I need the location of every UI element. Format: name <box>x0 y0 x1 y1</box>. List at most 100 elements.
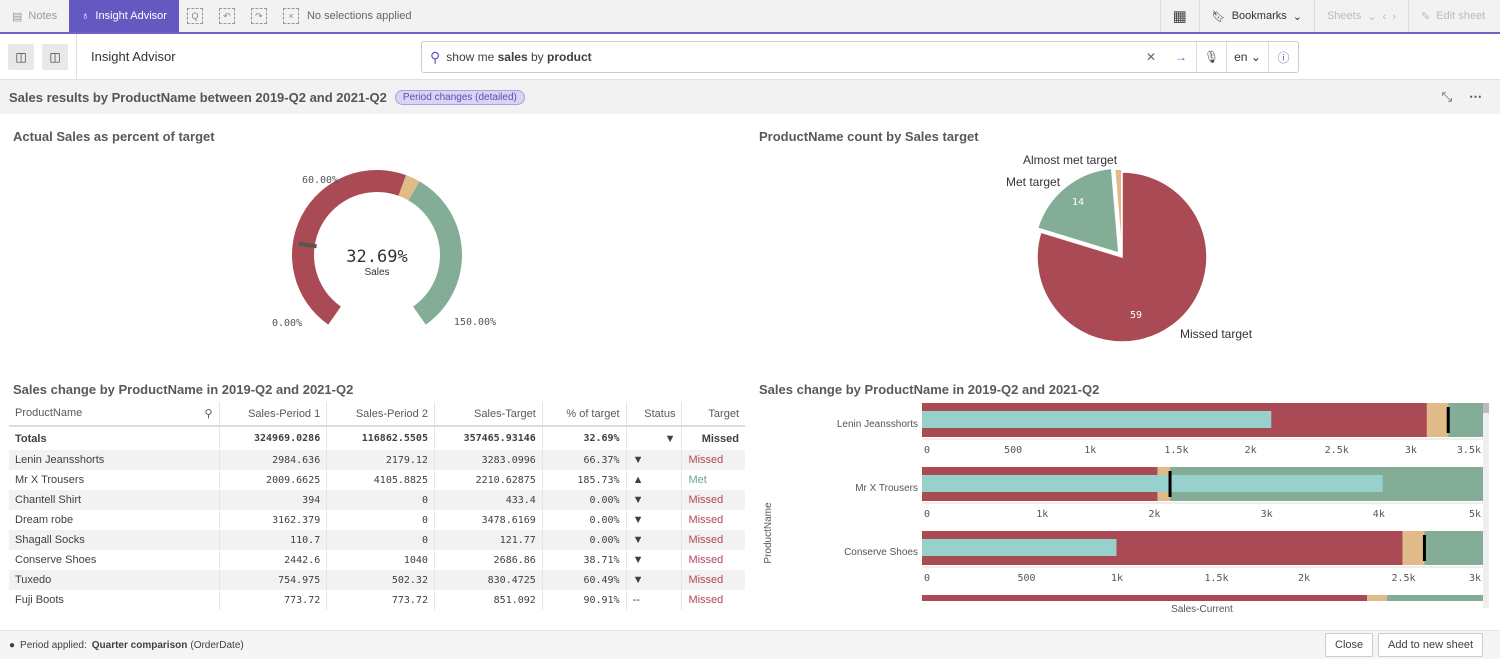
table-cell: ▼ <box>626 510 683 530</box>
column-header[interactable]: Sales-Period 1 <box>219 402 328 426</box>
table-cell: 121.77 <box>434 530 543 550</box>
bullet-tick-label: 1.5k <box>1164 445 1188 456</box>
gauge-value: 32.69% <box>346 247 407 267</box>
column-header[interactable]: ProductName ⚲ <box>9 402 220 426</box>
pie-value-met: 14 <box>1072 197 1084 208</box>
table-cell: 60.49% <box>542 570 627 590</box>
edit-sheet-button[interactable]: ✎ Edit sheet <box>1408 0 1500 32</box>
table-cell: 357465.93146 <box>434 426 543 450</box>
pie-chart[interactable]: Almost met target Met target Missed targ… <box>990 150 1290 350</box>
bookmarks-button[interactable]: 🔖︎ Bookmarks ⌄ <box>1198 0 1314 32</box>
bullet-met-band <box>1424 531 1483 565</box>
close-button[interactable]: Close <box>1325 633 1374 657</box>
table-cell: 0 <box>326 490 435 510</box>
step-back-icon[interactable]: ↶ <box>218 8 235 24</box>
table-cell: Dream robe <box>9 510 220 530</box>
submit-arrow-icon[interactable]: → <box>1166 42 1196 72</box>
table-cell: 66.37% <box>542 450 627 470</box>
table-cell: Conserve Shoes <box>9 550 220 570</box>
tab-insight-advisor[interactable]: ♁ Insight Advisor <box>69 0 179 32</box>
scrollbar[interactable] <box>1483 403 1489 608</box>
chevron-down-icon: ⌄ <box>1292 10 1302 23</box>
bullet-almost-band <box>1426 403 1449 437</box>
bullet-tick-label: 0 <box>924 509 930 520</box>
grid-icon[interactable]: ▦ <box>1159 0 1199 32</box>
totals-row[interactable]: Totals 324969.0286 116862.5505 357465.93146… <box>9 426 745 450</box>
table-cell: 754.975 <box>219 570 328 590</box>
footer: ● Period applied: Quarter comparison (Or… <box>0 630 1500 659</box>
tab-notes[interactable]: ▤ Notes <box>0 0 69 32</box>
table-cell: 32.69% <box>542 426 627 450</box>
table-cell: 0 <box>326 510 435 530</box>
table-cell: 394 <box>219 490 328 510</box>
step-forward-icon[interactable]: ↷ <box>250 8 267 24</box>
collapse-icon[interactable]: ⤡ <box>1442 89 1452 105</box>
search-input[interactable]: ⚲ show me sales by product ✕ → 🎙︎ en ⌄ ⓘ <box>421 41 1299 73</box>
clear-selections-icon[interactable]: × <box>282 8 299 24</box>
left-panel-toggle-icon[interactable]: ◫ <box>8 43 34 70</box>
table-cell: 324969.0286 <box>219 426 328 450</box>
bullet-tick-label: 500 <box>1018 573 1036 584</box>
top-bar: ▤ Notes ♁ Insight Advisor Q ↶ ↷ × No selec… <box>0 0 1500 34</box>
column-header[interactable]: Target <box>682 402 745 426</box>
table-row[interactable]: Fuji Boots 773.72 773.72 851.092 90.91% -- Mis… <box>9 590 745 610</box>
bullet-title: Sales change by ProductName in 2019-Q2 a… <box>759 382 1100 397</box>
table-cell: 4105.8825 <box>326 470 435 490</box>
column-header[interactable]: % of target <box>542 402 627 426</box>
results-header: Sales results by ProductName between 201… <box>0 80 1500 114</box>
table-cell: 185.73% <box>542 470 627 490</box>
gauge-chart[interactable]: 32.69% Sales 0.00% 150.00% 60.00% <box>270 165 510 335</box>
scrollbar-thumb[interactable] <box>1483 403 1489 413</box>
table-cell: ▼ <box>626 426 683 450</box>
table-title: Sales change by ProductName in 2019-Q2 a… <box>13 382 354 397</box>
bullet-tick-label: 2.5k <box>1392 573 1416 584</box>
analysis-type-badge[interactable]: Period changes (detailed) <box>394 89 525 105</box>
smart-search-icon[interactable]: Q <box>186 8 203 24</box>
right-panel-toggle-icon[interactable]: ◫ <box>42 43 68 70</box>
bullet-row-label: Lenin Jeansshorts <box>837 419 918 430</box>
table-cell: Mr X Trousers <box>9 470 220 490</box>
table-cell: 110.7 <box>219 530 328 550</box>
table-cell: 0 <box>326 530 435 550</box>
column-header[interactable]: Sales-Period 2 <box>326 402 435 426</box>
bullet-row-label: Conserve Shoes <box>844 547 918 558</box>
column-header[interactable]: Status <box>626 402 683 426</box>
bullet-missed-band <box>922 595 1367 601</box>
bullet-tick-label: 5k <box>1469 509 1481 520</box>
table-row[interactable]: Mr X Trousers 2009.6625 4105.8825 2210.6287… <box>9 470 745 490</box>
table-cell: ▼ <box>626 530 683 550</box>
table-cell: Missed <box>688 514 724 526</box>
table-cell: 90.91% <box>542 590 627 610</box>
bullet-target-marker <box>1168 471 1172 497</box>
table-row[interactable]: Shagall Socks 110.7 0 121.77 0.00% ▼ Missed <box>9 530 745 550</box>
bullet-row-label: Mr X Trousers <box>855 483 918 494</box>
table-row[interactable]: Lenin Jeansshorts 2984.636 2179.12 3283.099… <box>9 450 745 470</box>
bullet-chart[interactable]: Lenin Jeansshorts 0 500 1k 1.5k 2k 2.5k 3k 3.5k M… <box>750 398 1500 620</box>
table-cell: 773.72 <box>326 590 435 610</box>
language-select[interactable]: en ⌄ <box>1226 42 1268 72</box>
table-row[interactable]: Tuxedo 754.975 502.32 830.4725 60.49% ▼ Missed <box>9 570 745 590</box>
search-icon[interactable]: ⚲ <box>204 407 212 420</box>
more-options-icon[interactable]: ⋯ <box>1469 89 1482 105</box>
clear-icon[interactable]: ✕ <box>1136 42 1166 72</box>
info-icon[interactable]: ⓘ <box>1268 42 1298 72</box>
table-cell: ▼ <box>626 450 683 470</box>
table-cell: 116862.5505 <box>326 426 435 450</box>
table-cell: Missed <box>681 450 745 470</box>
add-to-new-sheet-button[interactable]: Add to new sheet <box>1378 633 1484 657</box>
table-row[interactable]: Chantell Shirt 394 0 433.4 0.00% ▼ Missed <box>9 490 745 510</box>
sheets-button[interactable]: Sheets ⌄ ‹ › <box>1313 0 1408 32</box>
table-cell: ▼ <box>626 550 683 570</box>
table-cell: 773.72 <box>219 590 328 610</box>
bullet-tick-label: 3.5k <box>1457 445 1481 456</box>
microphone-icon[interactable]: 🎙︎ <box>1196 42 1226 72</box>
data-table[interactable]: ProductName ⚲ Sales-Period 1 Sales-Period… <box>9 402 745 620</box>
column-header[interactable]: Sales-Target <box>434 402 543 426</box>
table-row[interactable]: Conserve Shoes 2442.6 1040 2686.86 38.71% ▼ Mi… <box>9 550 745 570</box>
table-cell: ▲ <box>626 470 683 490</box>
table-cell: 830.4725 <box>434 570 543 590</box>
gauge-met-band <box>408 181 462 325</box>
table-row[interactable]: Dream robe 3162.379 0 3478.6169 0.00% ▼ Missed <box>9 510 745 530</box>
bullet-y-label: ProductName <box>763 502 774 564</box>
bullet-tick-label: 3k <box>1261 509 1273 520</box>
